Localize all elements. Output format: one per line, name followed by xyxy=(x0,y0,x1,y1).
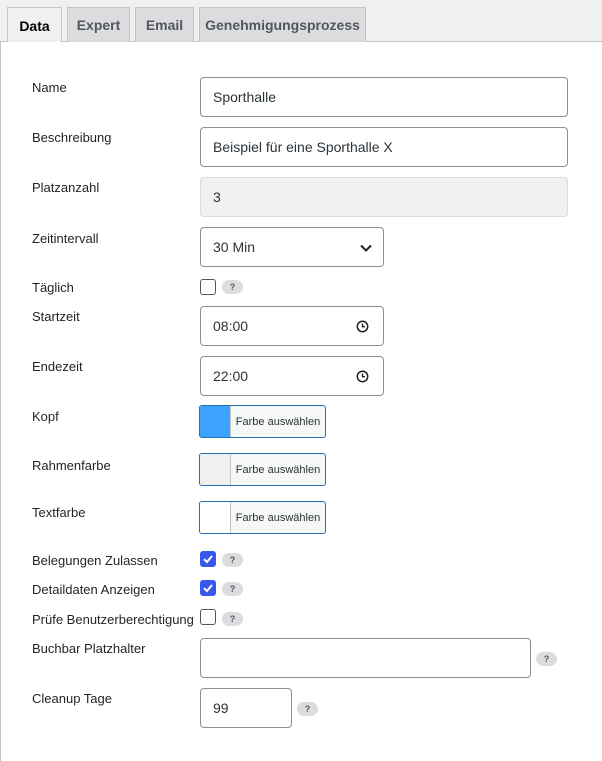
endezeit-value: 22:00 xyxy=(213,368,249,384)
rahmenfarbe-color-button-label: Farbe auswählen xyxy=(235,463,321,476)
startzeit-label: Startzeit xyxy=(32,309,80,324)
startzeit-value: 08:00 xyxy=(213,318,249,334)
clock-icon[interactable] xyxy=(356,320,369,336)
beschreibung-input[interactable]: Beispiel für eine Sporthalle X xyxy=(200,127,568,167)
rahmenfarbe-label: Rahmenfarbe xyxy=(32,458,111,473)
textfarbe-color-button[interactable]: Farbe auswählen xyxy=(199,501,326,534)
kopf-color-button[interactable]: Farbe auswählen xyxy=(199,405,326,438)
cleanup-input[interactable]: 99 xyxy=(200,688,292,728)
rahmenfarbe-color-swatch xyxy=(200,454,231,485)
cleanup-label: Cleanup Tage xyxy=(32,691,112,706)
pruefe-help-icon[interactable]: ? xyxy=(222,612,243,626)
detaildaten-label: Detaildaten Anzeigen xyxy=(32,582,155,597)
textfarbe-color-swatch xyxy=(200,502,231,533)
tab-expert[interactable]: Expert xyxy=(67,7,130,42)
textfarbe-color-button-label: Farbe auswählen xyxy=(235,511,321,524)
taeglich-label: Täglich xyxy=(32,280,74,295)
checkmark-icon xyxy=(203,555,213,564)
pruefe-label: Prüfe Benutzerberechtigung xyxy=(32,612,194,627)
checkmark-icon xyxy=(203,584,213,593)
belegungen-checkbox[interactable] xyxy=(200,551,216,567)
name-label: Name xyxy=(32,80,67,95)
rahmenfarbe-color-button[interactable]: Farbe auswählen xyxy=(199,453,326,486)
cleanup-help-icon[interactable]: ? xyxy=(297,702,318,716)
name-input[interactable]: Sporthalle xyxy=(200,77,568,117)
zeitintervall-label: Zeitintervall xyxy=(32,231,99,246)
startzeit-input[interactable]: 08:00 xyxy=(200,306,384,346)
endezeit-label: Endezeit xyxy=(32,359,83,374)
endezeit-input[interactable]: 22:00 xyxy=(200,356,384,396)
detaildaten-help-icon[interactable]: ? xyxy=(222,582,243,596)
belegungen-help-icon[interactable]: ? xyxy=(222,553,243,567)
clock-icon[interactable] xyxy=(356,370,369,386)
zeitintervall-select[interactable]: 30 Min xyxy=(200,227,384,267)
platzanzahl-label: Platzanzahl xyxy=(32,180,100,195)
belegungen-label: Belegungen Zulassen xyxy=(32,553,158,568)
taeglich-checkbox[interactable] xyxy=(200,279,216,295)
kopf-color-button-label: Farbe auswählen xyxy=(235,415,321,428)
tab-email[interactable]: Email xyxy=(135,7,194,42)
taeglich-help-icon[interactable]: ? xyxy=(222,280,243,294)
textfarbe-label: Textfarbe xyxy=(32,505,86,520)
buchbar-label: Buchbar Platzhalter xyxy=(32,641,146,656)
tab-bar: Data Expert Email Genehmigungsprozess xyxy=(0,0,602,43)
tab-genehmigungsprozess[interactable]: Genehmigungsprozess xyxy=(199,7,366,42)
platzanzahl-input: 3 xyxy=(200,177,568,217)
buchbar-help-icon[interactable]: ? xyxy=(536,652,557,666)
chevron-down-icon xyxy=(359,241,373,258)
detaildaten-checkbox[interactable] xyxy=(200,580,216,596)
beschreibung-label: Beschreibung xyxy=(32,130,112,145)
buchbar-input[interactable] xyxy=(200,638,531,678)
zeitintervall-value: 30 Min xyxy=(213,239,256,255)
kopf-color-swatch xyxy=(200,406,231,437)
kopf-label: Kopf xyxy=(32,409,59,424)
pruefe-checkbox[interactable] xyxy=(200,609,216,625)
tab-data[interactable]: Data xyxy=(7,7,62,43)
